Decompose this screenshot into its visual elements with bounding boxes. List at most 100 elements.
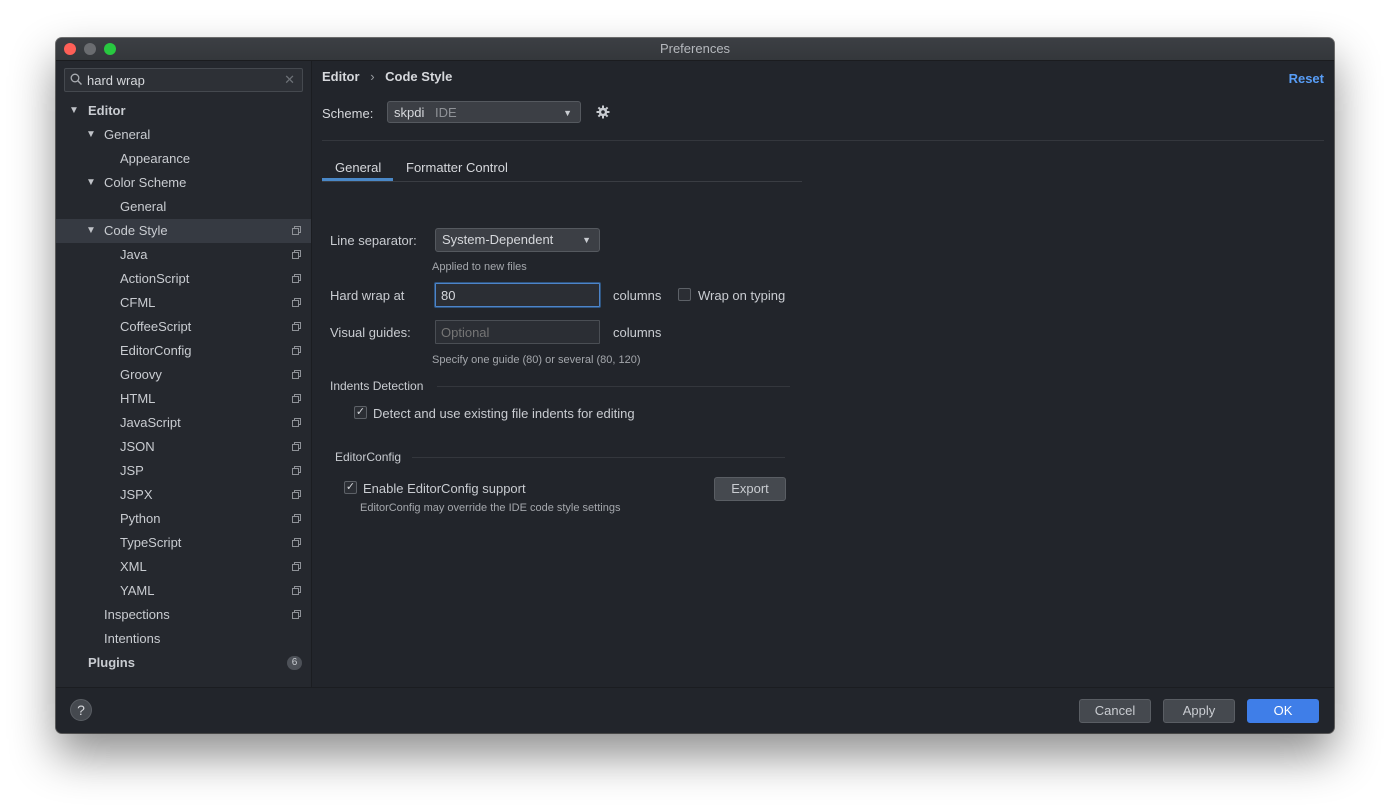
- project-settings-icon: [292, 274, 301, 283]
- sidebar-item-intentions[interactable]: Intentions: [56, 627, 311, 651]
- sidebar-item-label: JSP: [120, 463, 144, 478]
- sidebar-item-inspections[interactable]: Inspections: [56, 603, 311, 627]
- breadcrumb: Editor › Code Style: [322, 69, 452, 84]
- detect-indents-checkbox[interactable]: ✓: [354, 406, 367, 419]
- sidebar-item-label: General: [120, 199, 167, 214]
- search-box[interactable]: ✕: [64, 68, 303, 92]
- apply-button[interactable]: Apply: [1163, 699, 1235, 723]
- project-settings-icon: [292, 394, 301, 403]
- sidebar-item-typescript[interactable]: TypeScript: [56, 531, 311, 555]
- close-window-button[interactable]: [64, 43, 76, 55]
- sidebar-item-label: Appearance: [120, 151, 191, 166]
- indents-detection-title: Indents Detection: [330, 379, 424, 393]
- sidebar-item-color-scheme-general[interactable]: General: [56, 195, 311, 219]
- scheme-dropdown[interactable]: skpdi IDE ▼: [387, 101, 581, 123]
- sidebar-item-yaml[interactable]: YAML: [56, 579, 311, 603]
- ok-button[interactable]: OK: [1247, 699, 1319, 723]
- sidebar-item-appearance[interactable]: Appearance: [56, 147, 311, 171]
- visual-guides-unit: columns: [613, 325, 662, 340]
- expand-triangle-icon[interactable]: ▼: [86, 123, 96, 147]
- group-divider: [412, 457, 785, 458]
- sidebar-item-label: Editor: [88, 103, 126, 118]
- sidebar-item-cfml[interactable]: CFML: [56, 291, 311, 315]
- sidebar-item-groovy[interactable]: Groovy: [56, 363, 311, 387]
- breadcrumb-separator: ›: [370, 69, 375, 84]
- sidebar-item-plugins[interactable]: Plugins 6: [56, 651, 311, 675]
- sidebar-item-editor[interactable]: ▼ Editor: [56, 99, 311, 123]
- sidebar-item-label: General: [104, 127, 151, 142]
- sidebar-item-xml[interactable]: XML: [56, 555, 311, 579]
- project-settings-icon: [292, 322, 301, 331]
- project-settings-icon: [292, 226, 301, 235]
- clear-search-icon[interactable]: ✕: [284, 72, 295, 88]
- title-bar: Preferences: [56, 38, 1334, 61]
- sidebar-item-python[interactable]: Python: [56, 507, 311, 531]
- sidebar-item-jspx[interactable]: JSPX: [56, 483, 311, 507]
- cancel-button[interactable]: Cancel: [1079, 699, 1151, 723]
- expand-triangle-icon[interactable]: ▼: [86, 171, 96, 195]
- sidebar-item-java[interactable]: Java: [56, 243, 311, 267]
- sidebar-item-general[interactable]: ▼ General: [56, 123, 311, 147]
- sidebar-item-color-scheme[interactable]: ▼ Color Scheme: [56, 171, 311, 195]
- project-settings-icon: [292, 250, 301, 259]
- chevron-down-icon: ▼: [582, 235, 591, 245]
- wrap-on-typing-checkbox[interactable]: [678, 288, 691, 301]
- search-input[interactable]: [87, 71, 277, 89]
- project-settings-icon: [292, 418, 301, 427]
- tab-formatter-control[interactable]: Formatter Control: [406, 153, 508, 183]
- editorconfig-hint: EditorConfig may override the IDE code s…: [360, 502, 621, 514]
- sidebar-item-html[interactable]: HTML: [56, 387, 311, 411]
- sidebar-item-jsp[interactable]: JSP: [56, 459, 311, 483]
- sidebar-item-label: Code Style: [104, 223, 168, 238]
- sidebar-item-json[interactable]: JSON: [56, 435, 311, 459]
- breadcrumb-editor[interactable]: Editor: [322, 69, 360, 84]
- scheme-label: Scheme:: [322, 106, 374, 121]
- sidebar-item-label: XML: [120, 559, 147, 574]
- sidebar-item-coffeescript[interactable]: CoffeeScript: [56, 315, 311, 339]
- visual-guides-label: Visual guides:: [330, 325, 411, 340]
- editorconfig-title: EditorConfig: [335, 450, 402, 464]
- project-settings-icon: [292, 346, 301, 355]
- sidebar-item-label: JSON: [120, 439, 155, 454]
- line-separator-dropdown[interactable]: System-Dependent ▼: [435, 228, 600, 252]
- project-settings-icon: [292, 514, 301, 523]
- export-button[interactable]: Export: [714, 477, 786, 501]
- dialog-footer: ? Cancel Apply OK: [56, 687, 1334, 733]
- breadcrumb-code-style: Code Style: [385, 69, 453, 84]
- zoom-window-button[interactable]: [104, 43, 116, 55]
- project-settings-icon: [292, 562, 301, 571]
- sidebar-item-javascript[interactable]: JavaScript: [56, 411, 311, 435]
- line-separator-hint: Applied to new files: [432, 261, 527, 273]
- enable-editorconfig-label[interactable]: Enable EditorConfig support: [363, 481, 526, 496]
- hard-wrap-input[interactable]: [435, 283, 600, 307]
- group-divider: [437, 386, 790, 387]
- chevron-down-icon: ▼: [563, 108, 572, 118]
- main-content: Editor › Code Style Reset Scheme: skpdi …: [312, 61, 1334, 687]
- project-settings-icon: [292, 610, 301, 619]
- sidebar-item-label: EditorConfig: [120, 343, 192, 358]
- project-settings-icon: [292, 442, 301, 451]
- visual-guides-input[interactable]: [435, 320, 600, 344]
- window-title: Preferences: [659, 41, 731, 56]
- project-settings-icon: [292, 298, 301, 307]
- expand-triangle-icon[interactable]: ▼: [86, 219, 96, 243]
- scheme-name: skpdi: [394, 105, 425, 120]
- enable-editorconfig-checkbox[interactable]: ✓: [344, 481, 357, 494]
- reset-link[interactable]: Reset: [1289, 71, 1324, 86]
- project-settings-icon: [292, 538, 301, 547]
- detect-indents-label[interactable]: Detect and use existing file indents for…: [373, 406, 635, 421]
- sidebar-item-editorconfig[interactable]: EditorConfig: [56, 339, 311, 363]
- gear-icon[interactable]: [596, 105, 610, 119]
- sidebar-item-label: JavaScript: [120, 415, 181, 430]
- plugins-count-badge: 6: [287, 656, 302, 670]
- expand-triangle-icon[interactable]: ▼: [69, 99, 79, 123]
- sidebar-item-label: HTML: [120, 391, 156, 406]
- sidebar-item-label: Color Scheme: [104, 175, 187, 190]
- sidebar-item-actionscript[interactable]: ActionScript: [56, 267, 311, 291]
- sidebar-item-label: YAML: [120, 583, 155, 598]
- wrap-on-typing-label[interactable]: Wrap on typing: [698, 288, 785, 303]
- minimize-window-button[interactable]: [84, 43, 96, 55]
- help-button[interactable]: ?: [70, 699, 92, 721]
- divider: [322, 140, 1324, 141]
- sidebar-item-code-style[interactable]: ▼ Code Style: [56, 219, 311, 243]
